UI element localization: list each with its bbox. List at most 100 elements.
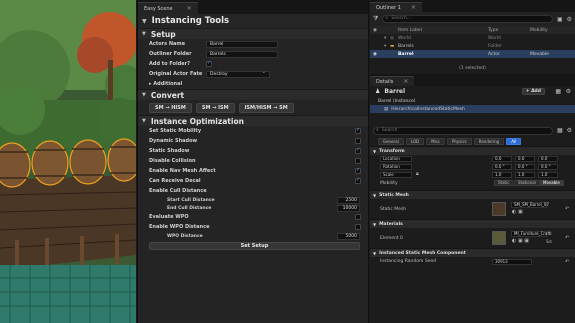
location-z-input[interactable]: 0.0 — [538, 156, 558, 162]
evaluate-wpo-checkbox[interactable] — [355, 214, 361, 220]
tab-easy-scene[interactable]: Easy Scene × — [138, 2, 198, 14]
outliner-search-input[interactable]: Search... — [382, 15, 553, 23]
folder-add-icon[interactable]: ▣ — [557, 16, 563, 23]
scale-y-input[interactable]: 1.0 — [515, 172, 535, 178]
disable-collision-label: Disable Collision — [149, 158, 196, 164]
static-mesh-picker[interactable]: SM_SM_Barrel_07 — [511, 202, 549, 208]
settings-icon[interactable]: ⚙ — [566, 88, 571, 95]
filter-lod[interactable]: LOD — [405, 137, 425, 145]
original-actor-fate-dropdown[interactable]: Destroy — [206, 70, 270, 78]
filter-all[interactable]: All — [506, 137, 522, 145]
material-source[interactable]: Src — [546, 239, 552, 244]
outliner-folder-label: Outliner Folder — [149, 51, 192, 57]
settings-icon[interactable]: ⚙ — [567, 16, 572, 23]
additional-toggle[interactable]: ▸ Additional — [149, 81, 182, 87]
section-transform[interactable]: ▼ Transform — [370, 146, 575, 155]
column-type[interactable]: Type — [488, 28, 498, 33]
start-cull-distance-input[interactable]: 2500 — [337, 196, 360, 204]
row-can-receive-decal: Can Receive Decal — [138, 176, 368, 186]
rotation-y-input[interactable]: 0.0 ° — [515, 164, 535, 170]
enable-nav-mesh-checkbox[interactable] — [355, 167, 361, 174]
wpo-distance-label: WPO Distance — [167, 233, 203, 239]
outliner-folder-input[interactable]: Barrels — [206, 50, 278, 58]
close-icon[interactable]: × — [403, 78, 408, 85]
component-row-hism[interactable]: ▤ HierarchicalInstancedStaticMesh — [370, 105, 575, 113]
can-receive-decal-checkbox[interactable] — [355, 177, 361, 184]
rotation-z-input[interactable]: 0.0 ° — [538, 164, 558, 170]
tab-outliner[interactable]: Outliner 1 × — [370, 2, 422, 12]
outliner-row-barrel[interactable]: ◉ Barrel Actor Movable — [370, 50, 575, 58]
material-thumbnail[interactable] — [492, 231, 506, 245]
scale-x-input[interactable]: 1.0 — [492, 172, 512, 178]
close-icon[interactable]: × — [187, 5, 192, 12]
level-viewport[interactable] — [0, 0, 136, 323]
set-setup-button[interactable]: Set Setup — [149, 242, 360, 250]
enable-wpo-distance-checkbox[interactable] — [355, 224, 361, 230]
lock-icon[interactable]: 🔒︎ — [416, 171, 419, 177]
dynamic-shadow-checkbox[interactable] — [355, 138, 361, 144]
visibility-column-icon[interactable]: ◉ — [373, 28, 377, 33]
filter-misc[interactable]: Misc — [426, 137, 445, 145]
original-actor-fate-label: Original Actor Fate — [149, 71, 203, 77]
details-search-input[interactable]: Search — [373, 126, 553, 135]
rotation-dropdown[interactable]: Rotation — [380, 164, 412, 170]
outliner-row-barrels[interactable]: ▾ ▬ Barrels Folder — [370, 42, 575, 50]
mobility-stationary[interactable]: Stationar — [514, 180, 541, 186]
wpo-distance-input[interactable]: 5000 — [337, 232, 360, 240]
add-to-folder-checkbox[interactable] — [206, 60, 212, 67]
row-additional[interactable]: ▸ Additional — [138, 79, 368, 89]
blueprint-icon[interactable]: ▦ — [555, 88, 561, 95]
settings-icon[interactable]: ⚙ — [567, 127, 572, 134]
column-mobility[interactable]: Mobility — [530, 28, 548, 33]
filter-general[interactable]: General — [378, 137, 404, 145]
rotation-x-input[interactable]: 0.0 ° — [492, 164, 512, 170]
sm-to-hism-button[interactable]: SM → HISM — [149, 102, 192, 113]
reset-icon[interactable]: ↶ — [565, 206, 569, 212]
filter-rendering[interactable]: Rendering — [473, 137, 505, 145]
mobility-static[interactable]: Static — [494, 180, 514, 186]
scale-z-input[interactable]: 1.0 — [538, 172, 558, 178]
mobility-movable[interactable]: Movable — [539, 180, 564, 186]
tab-details[interactable]: Details × — [370, 76, 415, 86]
section-instance-optimization[interactable]: ▼ Instance Optimization — [138, 115, 368, 126]
location-x-input[interactable]: 0.0 — [492, 156, 512, 162]
browse-icon[interactable]: ◐ ▣ — [512, 209, 523, 215]
row-dynamic-shadow: Dynamic Shadow — [138, 136, 368, 146]
disable-collision-checkbox[interactable] — [355, 158, 361, 164]
random-seed-input[interactable]: 30913 — [492, 259, 532, 265]
scale-dropdown[interactable]: Scale — [380, 172, 412, 178]
set-static-mobility-checkbox[interactable] — [355, 127, 361, 134]
location-dropdown[interactable]: Location — [380, 156, 412, 162]
row-actors-name: Actors Name Barrel — [138, 39, 368, 49]
end-cull-distance-input[interactable]: 10000 — [337, 204, 360, 212]
tools-header[interactable]: ▼ Instancing Tools — [138, 14, 368, 28]
ism-hism-to-sm-button[interactable]: ISM/HISM → SM — [238, 102, 294, 113]
material-picker[interactable]: MI_Furniture_Crafti — [511, 231, 552, 237]
grid-icon[interactable]: ▦ — [557, 127, 563, 134]
actors-name-input[interactable]: Barrel — [206, 40, 278, 48]
filter-icon[interactable]: ⧩ — [373, 15, 378, 23]
eye-icon[interactable]: ◉ — [373, 52, 377, 57]
outliner-row-world[interactable]: ▾ ◎ World World — [370, 34, 575, 42]
location-y-input[interactable]: 0.0 — [515, 156, 535, 162]
static-mesh-thumbnail[interactable] — [492, 202, 506, 216]
section-static-mesh[interactable]: ▼ Static Mesh — [370, 190, 575, 199]
section-setup[interactable]: ▼ Setup — [138, 28, 368, 39]
section-ism-component[interactable]: ▼ Instanced Static Mesh Component — [370, 248, 575, 257]
add-component-button[interactable]: + Add — [521, 88, 545, 95]
column-item-label[interactable]: Item Label — [398, 28, 422, 33]
row-evaluate-wpo: Evaluate WPO — [138, 212, 368, 222]
browse-icon[interactable]: ◐ ▣ ▣ — [512, 238, 529, 244]
section-materials[interactable]: ▼ Materials — [370, 219, 575, 228]
filter-physics[interactable]: Physics — [446, 137, 472, 145]
row-outliner-folder: Outliner Folder Barrels — [138, 49, 368, 59]
row-enable-wpo-distance: Enable WPO Distance — [138, 222, 368, 232]
component-row-instance[interactable]: Barrel (Instance) — [370, 97, 575, 105]
reset-icon[interactable]: ↶ — [565, 259, 569, 265]
close-icon[interactable]: × — [411, 4, 416, 11]
sm-to-ism-button[interactable]: SM → ISM — [195, 102, 235, 113]
static-shadow-checkbox[interactable] — [355, 147, 361, 154]
outliner-row-label: Barrel — [398, 51, 414, 57]
section-convert[interactable]: ▼ Convert — [138, 89, 368, 100]
reset-icon[interactable]: ↶ — [565, 235, 569, 241]
